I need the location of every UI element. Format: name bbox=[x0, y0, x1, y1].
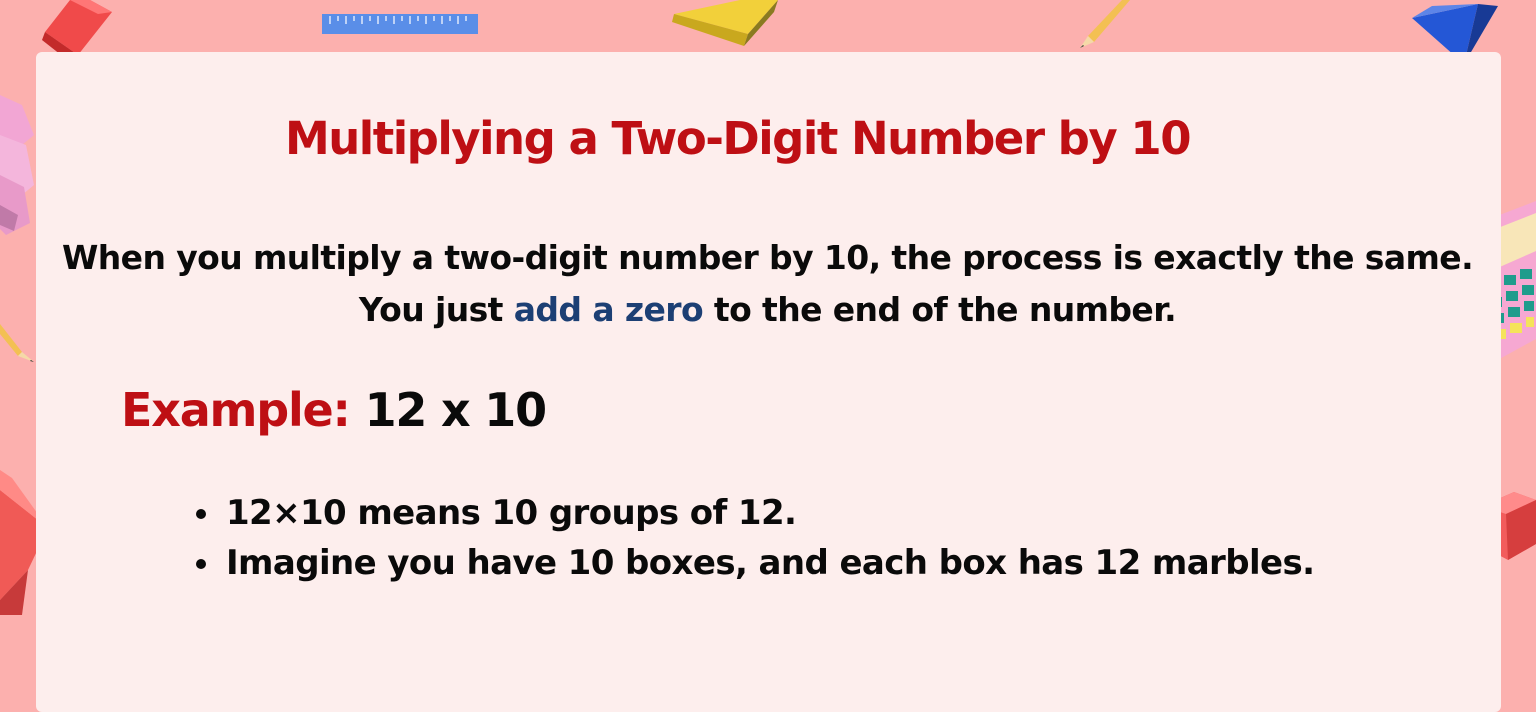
example-expression: 12 x 10 bbox=[364, 383, 548, 437]
example-heading: Example: 12 x 10 bbox=[121, 383, 548, 437]
list-item: Imagine you have 10 boxes, and each box … bbox=[194, 538, 1315, 588]
pencil-icon bbox=[0, 324, 34, 362]
pencil-icon bbox=[1080, 0, 1130, 48]
bullet-list: 12×10 means 10 groups of 12. Imagine you… bbox=[194, 488, 1315, 588]
intro-highlight: add a zero bbox=[513, 290, 704, 329]
bullet-dot-icon bbox=[196, 559, 206, 569]
list-item-text: Imagine you have 10 boxes, and each box … bbox=[226, 543, 1315, 583]
intro-paragraph: When you multiply a two-digit number by … bbox=[40, 232, 1495, 336]
list-item: 12×10 means 10 groups of 12. bbox=[194, 488, 1314, 538]
bullet-dot-icon bbox=[196, 509, 206, 519]
intro-text-end: to the end of the number. bbox=[703, 290, 1177, 329]
example-label: Example: bbox=[121, 383, 351, 437]
yellow-prism-icon bbox=[672, 0, 778, 46]
ruler-icon bbox=[322, 14, 478, 34]
page-title: Multiplying a Two-Digit Number by 10 bbox=[284, 112, 1192, 165]
list-item-text: 12×10 means 10 groups of 12. bbox=[226, 493, 797, 533]
